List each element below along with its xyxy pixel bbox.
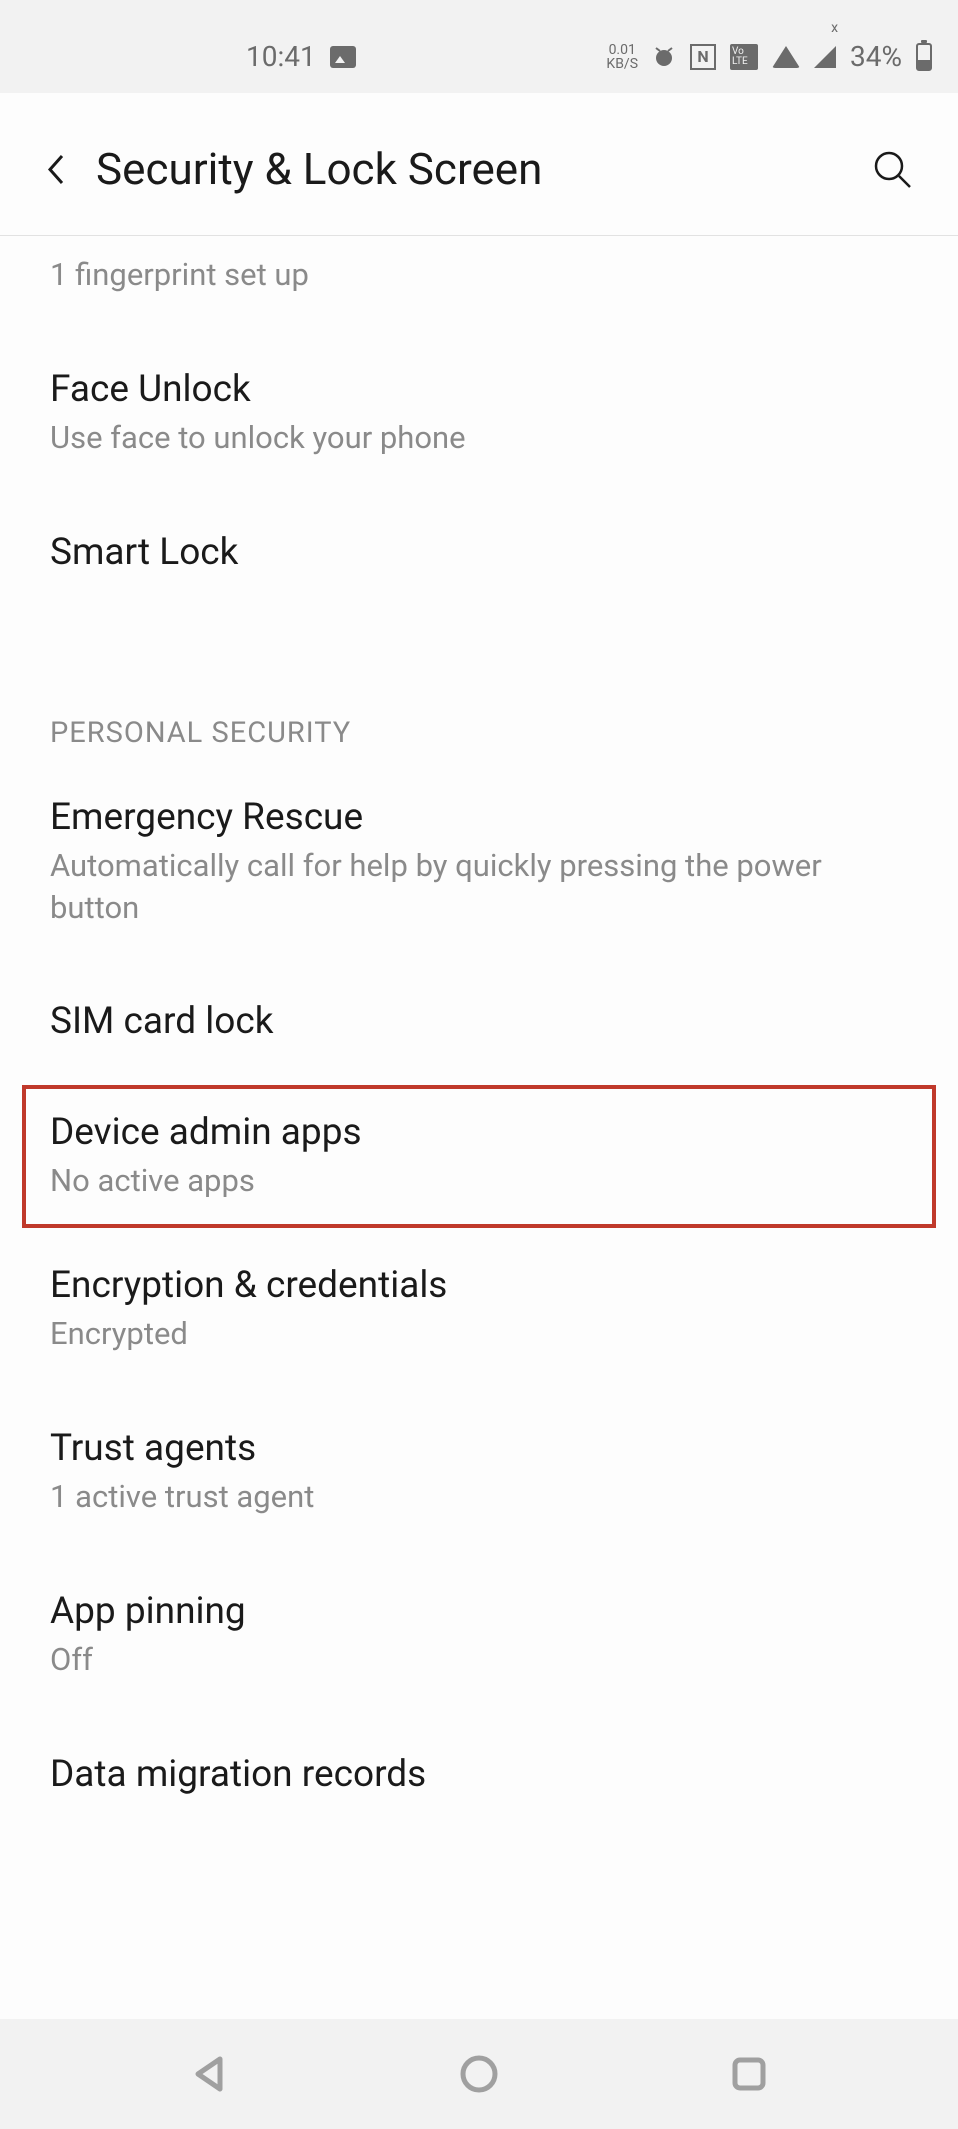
app-header: Security & Lock Screen [0,93,958,235]
setting-item-data-migration-records[interactable]: Data migration records [50,1717,908,1838]
battery-icon [916,43,932,71]
setting-title: Device admin apps [50,1111,908,1154]
setting-title: Face Unlock [50,368,908,411]
setting-item-device-admin-apps[interactable]: Device admin apps No active apps [22,1085,936,1228]
volte-icon: Vo LTE [730,44,758,70]
setting-subtitle: No active apps [50,1160,908,1202]
setting-item-trust-agents[interactable]: Trust agents 1 active trust agent [50,1391,908,1554]
search-icon[interactable] [872,149,912,189]
settings-list: 1 fingerprint set up Face Unlock Use fac… [0,236,958,2019]
setting-title: SIM card lock [50,1000,908,1043]
setting-item-smart-lock[interactable]: Smart Lock [50,495,908,616]
battery-percent: 34% [850,40,902,73]
setting-item-emergency-rescue[interactable]: Emergency Rescue Automatically call for … [50,760,908,965]
setting-item-fingerprint[interactable]: 1 fingerprint set up [50,236,908,332]
network-speed-icon: 0.01 KB/S [606,43,638,71]
status-bar: 10:41 0.01 KB/S N Vo LTE 34% [26,30,932,93]
setting-subtitle: 1 active trust agent [50,1476,908,1518]
setting-subtitle: 1 fingerprint set up [50,254,908,296]
wifi-icon [772,46,800,68]
setting-subtitle: Encrypted [50,1313,908,1355]
nav-back-icon[interactable] [188,2053,230,2095]
screenshot-icon [330,46,356,68]
setting-title: Encryption & credentials [50,1264,908,1307]
back-icon[interactable] [46,153,66,186]
nav-recent-icon[interactable] [728,2053,770,2095]
setting-subtitle: Use face to unlock your phone [50,417,908,459]
setting-subtitle: Automatically call for help by quickly p… [50,845,908,929]
signal-icon [814,46,836,68]
section-header-personal-security: PERSONAL SECURITY [50,616,908,760]
setting-title: Emergency Rescue [50,796,908,839]
setting-title: Trust agents [50,1427,908,1470]
nfc-icon: N [690,44,716,70]
status-time: 10:41 [246,40,316,73]
setting-item-app-pinning[interactable]: App pinning Off [50,1554,908,1717]
nav-bar [0,2019,958,2129]
setting-title: Data migration records [50,1753,908,1796]
setting-title: Smart Lock [50,531,908,574]
setting-subtitle: Off [50,1639,908,1681]
setting-title: App pinning [50,1590,908,1633]
setting-item-sim-card-lock[interactable]: SIM card lock [50,964,908,1085]
setting-item-face-unlock[interactable]: Face Unlock Use face to unlock your phon… [50,332,908,495]
page-title: Security & Lock Screen [96,143,842,195]
nav-home-icon[interactable] [458,2053,500,2095]
setting-item-encryption-credentials[interactable]: Encryption & credentials Encrypted [50,1228,908,1391]
alarm-icon [652,45,676,69]
